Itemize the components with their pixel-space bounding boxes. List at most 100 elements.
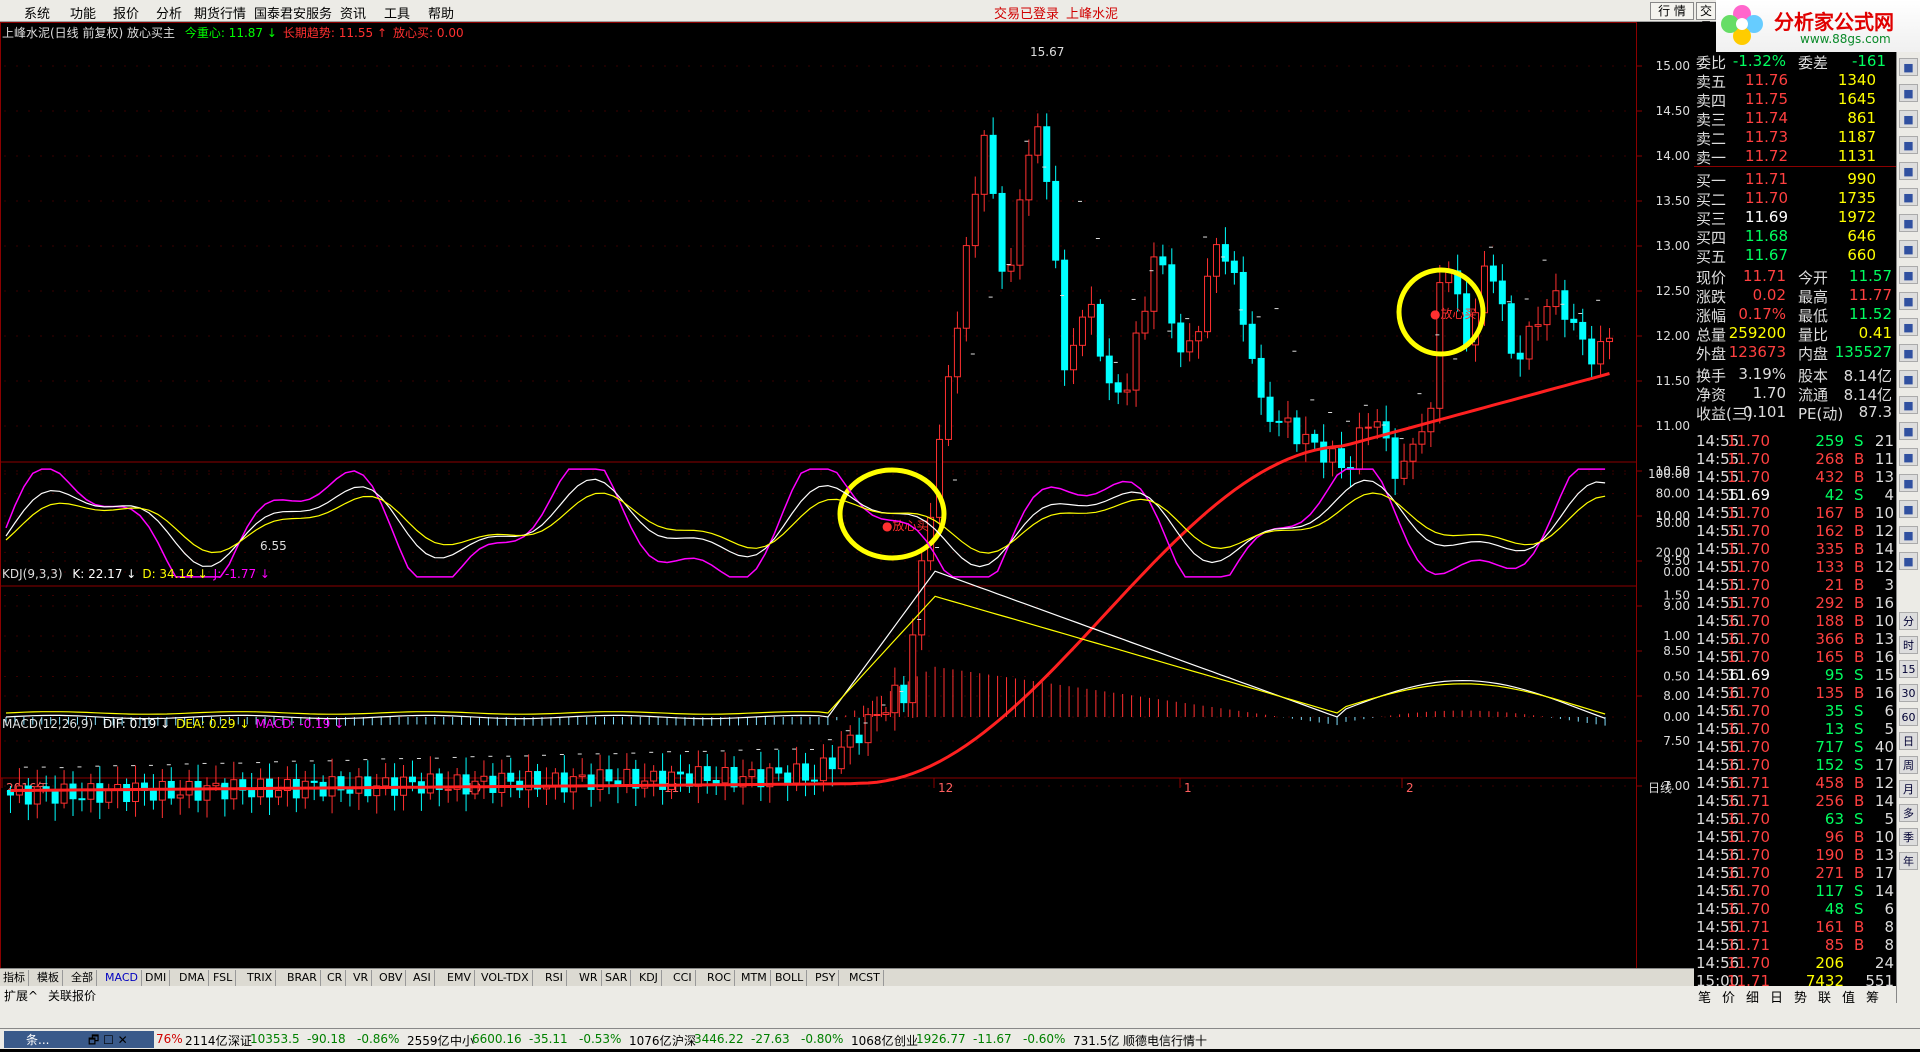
candle-body (1436, 282, 1444, 409)
candle-body (1606, 337, 1614, 343)
toolbar-icon[interactable]: ■ (1899, 396, 1918, 414)
quote-button[interactable]: 行 情 (1650, 2, 1694, 20)
toolbar-icon[interactable]: ■ (1899, 318, 1918, 336)
candle-body (507, 772, 515, 782)
indicator-tab[interactable]: MCST (846, 970, 884, 986)
indicator-tab[interactable]: CCI (670, 970, 696, 986)
indicator-tab[interactable]: WR (576, 970, 602, 986)
period-button[interactable]: 分 (1899, 612, 1918, 630)
candle-body (1320, 441, 1328, 463)
order-price: 11.71 (1745, 170, 1788, 188)
indicator-tab[interactable]: ASI (410, 970, 435, 986)
toolbar-icon[interactable]: ■ (1899, 214, 1918, 232)
candle-body (998, 192, 1006, 272)
period-button[interactable]: 周 (1899, 756, 1918, 774)
chart-frame (0, 22, 1637, 970)
toolbar-icon[interactable]: ■ (1899, 188, 1918, 206)
menu-function[interactable]: 功能 (70, 3, 96, 22)
indicator-tab[interactable]: BOLL (772, 970, 808, 986)
period-button[interactable]: 30 (1899, 684, 1918, 702)
toolbar-icon[interactable]: ■ (1899, 422, 1918, 440)
candle-body (489, 775, 497, 793)
period-button[interactable]: 季 (1899, 828, 1918, 846)
toolbar-icon[interactable]: ■ (1899, 266, 1918, 284)
indicator-tab[interactable]: CR (324, 970, 347, 986)
candlestick (989, 117, 997, 199)
indicator-tab[interactable]: EMV (444, 970, 475, 986)
toolbar-icon[interactable]: ■ (1899, 370, 1918, 388)
related-quote-button[interactable]: 关联报价 (48, 987, 96, 1004)
indicator-tab[interactable]: DMA (176, 970, 209, 986)
trade-price: 11.71 (1727, 774, 1770, 792)
indicator-tab[interactable]: 模板 (34, 970, 63, 986)
toolbar-icon[interactable]: ■ (1899, 292, 1918, 310)
indicator-tab[interactable]: SAR (602, 970, 632, 986)
trade-side: B (1854, 864, 1865, 882)
candle-body (382, 777, 390, 787)
trade-row: 14:55 11.70 162 B 12 (1694, 522, 1896, 540)
indicator-tab[interactable]: VR (350, 970, 373, 986)
indicator-tab[interactable]: ROC (704, 970, 735, 986)
toolbar-icon[interactable]: ■ (1899, 110, 1918, 128)
menu-analysis[interactable]: 分析 (156, 3, 182, 22)
indicator-tab[interactable]: BRAR (284, 970, 321, 986)
candle-body (855, 734, 863, 744)
indicator-tab[interactable]: 指标 (0, 970, 29, 986)
menu-news[interactable]: 资讯 (340, 3, 366, 22)
period-button[interactable]: 年 (1899, 852, 1918, 870)
ticker-item: 1076亿 (629, 1034, 672, 1048)
menu-futures[interactable]: 期货行情 (194, 3, 246, 22)
period-button[interactable]: 多 (1899, 804, 1918, 822)
period-button[interactable]: 月 (1899, 780, 1918, 798)
trade-button[interactable]: 交易 (1696, 2, 1716, 34)
toolbar-icon[interactable]: ■ (1899, 526, 1918, 544)
indicator-tab[interactable]: DMI (142, 970, 171, 986)
period-button[interactable]: 60 (1899, 708, 1918, 726)
indicator-tab[interactable]: FSL (210, 970, 237, 986)
indicator-tab[interactable]: PSY (812, 970, 840, 986)
menu-quote[interactable]: 报价 (113, 3, 139, 22)
period-button[interactable]: 15 (1899, 660, 1918, 678)
indicator-tab[interactable]: 全部 (68, 970, 97, 986)
kline-chart[interactable]: 15.0014.5014.0013.5013.0012.5012.0011.50… (0, 22, 1694, 972)
candle-body (274, 790, 282, 798)
toolbar-icon[interactable]: ■ (1899, 136, 1918, 154)
toolbar-icon[interactable]: ■ (1899, 448, 1918, 466)
order-volume: 861 (1847, 109, 1876, 127)
quote-row: 涨跌 0.02 最高 11.77 (1694, 286, 1896, 306)
candle-body (310, 780, 318, 783)
buy-signal-2: ●放心买 (1430, 306, 1476, 321)
period-button[interactable]: 日 (1899, 732, 1918, 750)
buy-order-row: 买五 11.67 660 (1694, 246, 1896, 266)
taskbar-window[interactable]: 条... (4, 1031, 154, 1048)
quote-label: 内盘 (1798, 345, 1829, 363)
trade-row: 14:56 11.70 13 S 5 (1694, 720, 1896, 738)
menu-help[interactable]: 帮助 (428, 3, 454, 22)
toolbar-icon[interactable]: ■ (1899, 474, 1918, 492)
fund-label: 股本 (1798, 367, 1829, 385)
toolbar-icon[interactable]: ■ (1899, 162, 1918, 180)
indicator-tab[interactable]: OBV (376, 970, 407, 986)
period-button[interactable]: 时 (1899, 636, 1918, 654)
toolbar-icon[interactable]: ■ (1899, 84, 1918, 102)
trade-price: 11.71 (1727, 936, 1770, 954)
indicator-tab[interactable]: MTM (738, 970, 771, 986)
toolbar-icon[interactable]: ■ (1899, 58, 1918, 76)
indicator-tab[interactable]: RSI (542, 970, 567, 986)
menu-system[interactable]: 系统 (24, 3, 50, 22)
indicator-tab[interactable]: KDJ (636, 970, 662, 986)
toolbar-icon[interactable]: ■ (1899, 552, 1918, 570)
price-tick-label: 12.00 (1656, 329, 1690, 343)
candlestick (114, 766, 122, 809)
indicator-tab[interactable]: MACD (102, 970, 142, 986)
chart-area[interactable]: 15.00 14.50 14.00 13.50 13.00 12.50 12.00 11.50… (0, 22, 1694, 972)
toolbar-icon[interactable]: ■ (1899, 344, 1918, 362)
indicator-tab[interactable]: TRIX (244, 970, 277, 986)
expand-button[interactable]: 扩展^ (4, 987, 38, 1004)
toolbar-icon[interactable]: ■ (1899, 240, 1918, 258)
menu-gtja[interactable]: 国泰君安服务 (254, 3, 332, 22)
toolbar-icon[interactable]: ■ (1899, 500, 1918, 518)
menu-tools[interactable]: 工具 (384, 3, 410, 22)
kdj-tick-label: 0.00 (1663, 565, 1690, 579)
indicator-tab[interactable]: VOL-TDX (478, 970, 533, 986)
